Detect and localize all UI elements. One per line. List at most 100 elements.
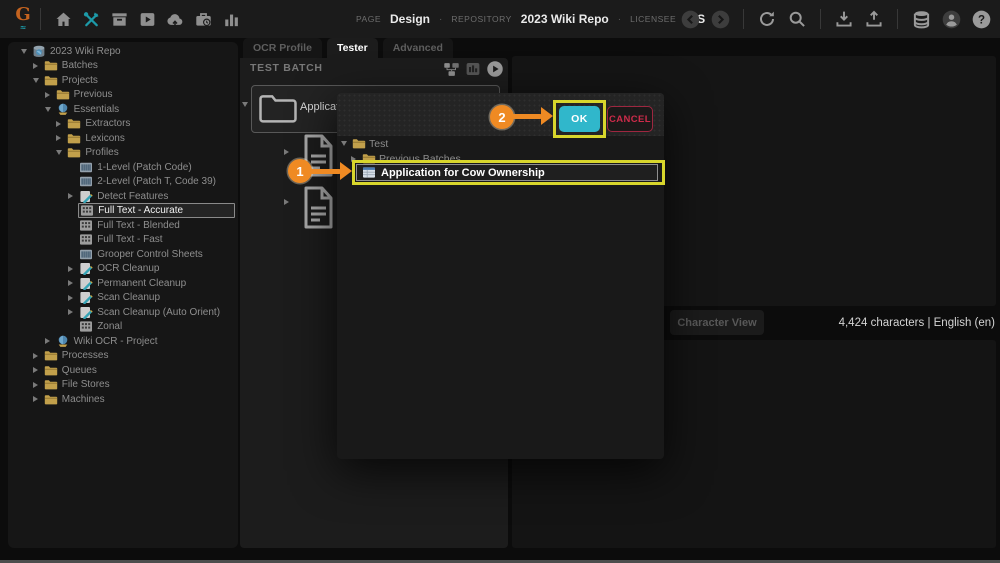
folder-icon bbox=[56, 88, 70, 101]
expander-down-icon[interactable] bbox=[33, 78, 43, 83]
dialog-tree-label: Test bbox=[369, 137, 389, 150]
tree-item-label: Batches bbox=[61, 60, 98, 72]
tree-item-label: Queues bbox=[61, 364, 97, 376]
step2-highlight-outline bbox=[553, 100, 606, 138]
top-bar: G ≈ PAGE Design · REPOSITORY 2023 Wiki R… bbox=[0, 0, 1000, 38]
expander-right-icon[interactable] bbox=[33, 353, 43, 359]
folder-icon bbox=[67, 132, 81, 145]
briefcase-clock-icon[interactable] bbox=[192, 8, 214, 30]
tab-character-view[interactable]: Character View bbox=[670, 310, 764, 335]
sidebar-tree-item[interactable]: Processes bbox=[8, 349, 238, 364]
sidebar-tree-item[interactable]: Extractors bbox=[8, 117, 238, 132]
tree-item-label: 2-Level (Patch T, Code 39) bbox=[97, 176, 216, 188]
sidebar-tree-item[interactable]: Grooper Control Sheets bbox=[8, 247, 238, 262]
sidebar-tree-item[interactable]: 2-Level (Patch T, Code 39) bbox=[8, 175, 238, 190]
dialog-tree-item-test[interactable]: Test bbox=[341, 137, 388, 150]
home-icon[interactable] bbox=[52, 8, 74, 30]
tree-item-label: Full Text - Accurate bbox=[98, 205, 184, 217]
run-test-icon[interactable] bbox=[486, 60, 504, 78]
sidebar-tree-item[interactable]: Detect Features bbox=[8, 189, 238, 204]
upload-icon[interactable] bbox=[863, 8, 885, 30]
expander-right-icon[interactable] bbox=[45, 338, 55, 344]
sidebar-tree-item[interactable]: Wiki OCR - Project bbox=[8, 334, 238, 349]
topbar-divider bbox=[40, 8, 41, 30]
barcode-icon bbox=[79, 175, 93, 188]
expander-down-icon[interactable] bbox=[21, 49, 31, 54]
bar-chart-icon[interactable] bbox=[220, 8, 242, 30]
document-icon[interactable] bbox=[302, 185, 335, 230]
back-circle-icon[interactable] bbox=[679, 8, 701, 30]
pencil-icon bbox=[79, 262, 93, 276]
expander-right-icon[interactable] bbox=[33, 396, 43, 402]
expander-down-icon[interactable] bbox=[45, 107, 55, 112]
expander-right-icon[interactable] bbox=[56, 135, 66, 141]
sidebar-tree-item[interactable]: Essentials bbox=[8, 102, 238, 117]
expander-right-icon[interactable] bbox=[33, 63, 43, 69]
tab-tester[interactable]: Tester bbox=[326, 38, 378, 58]
expander-down-icon[interactable] bbox=[56, 150, 66, 155]
repository-value[interactable]: 2023 Wiki Repo bbox=[521, 12, 609, 26]
folder-icon bbox=[44, 393, 58, 406]
document-expander[interactable] bbox=[284, 199, 294, 205]
help-icon[interactable]: ? bbox=[970, 8, 992, 30]
licensee-label: LICENSEE bbox=[630, 14, 677, 24]
cancel-button[interactable]: CANCEL bbox=[607, 106, 653, 132]
tree-item-label: OCR Cleanup bbox=[97, 263, 160, 275]
refresh-icon[interactable] bbox=[756, 8, 778, 30]
sidebar-tree-item[interactable]: Full Text - Fast bbox=[8, 233, 238, 248]
expander-right-icon[interactable] bbox=[68, 309, 78, 315]
topbar-left-icons bbox=[52, 0, 242, 38]
tree-item-label: Lexicons bbox=[85, 132, 125, 144]
sidebar-tree-item[interactable]: Profiles bbox=[8, 146, 238, 161]
ocr-icon bbox=[79, 320, 93, 333]
page-value[interactable]: Design bbox=[390, 12, 430, 26]
sidebar-tree-item[interactable]: Projects bbox=[8, 73, 238, 88]
sidebar-tree-item[interactable]: Machines bbox=[8, 392, 238, 407]
sidebar-tree-item[interactable]: Previous bbox=[8, 88, 238, 103]
barcode-icon bbox=[79, 248, 93, 261]
sidebar-tree-item[interactable]: Queues bbox=[8, 363, 238, 378]
sidebar-tree-item[interactable]: OCR Cleanup bbox=[8, 262, 238, 277]
expander-right-icon[interactable] bbox=[68, 280, 78, 286]
search-icon[interactable] bbox=[786, 8, 808, 30]
folder-icon bbox=[44, 378, 58, 391]
context-separator: · bbox=[617, 13, 622, 25]
expander-right-icon[interactable] bbox=[68, 193, 78, 199]
download-icon[interactable] bbox=[833, 8, 855, 30]
sidebar-tree-item[interactable]: Zonal bbox=[8, 320, 238, 335]
tools-icon[interactable] bbox=[80, 8, 102, 30]
expander-right-icon[interactable] bbox=[33, 367, 43, 373]
document-expander[interactable] bbox=[284, 149, 294, 155]
test-batch-header: TEST BATCH bbox=[250, 62, 323, 74]
statistics-icon[interactable] bbox=[465, 61, 481, 77]
expander-right-icon[interactable] bbox=[45, 92, 55, 98]
sidebar-tree-item[interactable]: File Stores bbox=[8, 378, 238, 393]
sidebar-tree-item[interactable]: Full Text - Blended bbox=[8, 218, 238, 233]
step2-arrow bbox=[512, 114, 542, 119]
cloud-upload-icon[interactable] bbox=[164, 8, 186, 30]
tree-item-label: Processes bbox=[61, 350, 109, 362]
archive-box-icon[interactable] bbox=[108, 8, 130, 30]
sidebar-tree-item[interactable]: Scan Cleanup bbox=[8, 291, 238, 306]
sidebar-tree-item[interactable]: Batches bbox=[8, 59, 238, 74]
tab-ocr-profile[interactable]: OCR Profile bbox=[243, 38, 322, 58]
batch-tree-view-icon[interactable] bbox=[443, 61, 460, 78]
folder-icon bbox=[44, 74, 58, 87]
user-icon[interactable] bbox=[940, 8, 962, 30]
play-box-icon[interactable] bbox=[136, 8, 158, 30]
sidebar-tree-item[interactable]: Full Text - Accurate bbox=[8, 203, 238, 219]
expander-right-icon[interactable] bbox=[68, 295, 78, 301]
sidebar-tree-item[interactable]: Lexicons bbox=[8, 131, 238, 146]
batch-root-expander[interactable] bbox=[242, 102, 252, 107]
sidebar-tree-item[interactable]: Permanent Cleanup bbox=[8, 276, 238, 291]
sidebar-tree-item[interactable]: 2023 Wiki Repo bbox=[8, 44, 238, 59]
tab-advanced[interactable]: Advanced bbox=[382, 38, 453, 58]
sidebar-tree-item[interactable]: 1-Level (Patch Code) bbox=[8, 160, 238, 175]
database-icon[interactable] bbox=[910, 8, 932, 30]
expander-right-icon[interactable] bbox=[56, 121, 66, 127]
expander-right-icon[interactable] bbox=[68, 266, 78, 272]
expander-right-icon[interactable] bbox=[33, 382, 43, 388]
sidebar-tree-item[interactable]: Scan Cleanup (Auto Orient) bbox=[8, 305, 238, 320]
expander-down-icon[interactable] bbox=[341, 141, 351, 146]
forward-circle-icon[interactable] bbox=[709, 8, 731, 30]
